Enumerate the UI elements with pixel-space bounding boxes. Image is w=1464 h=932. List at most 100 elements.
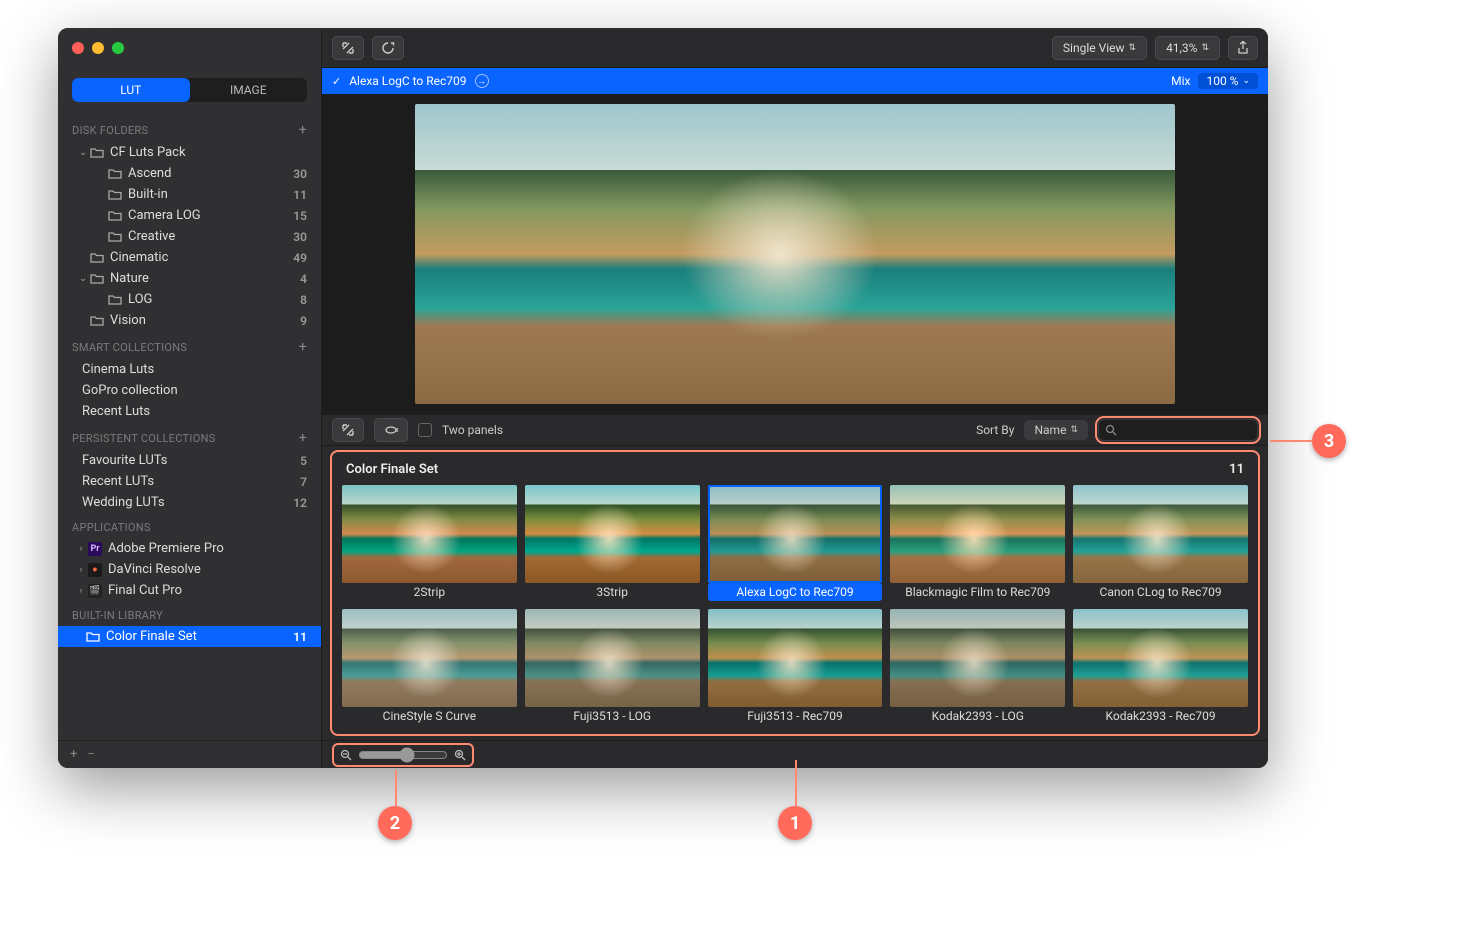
item-count: 4: [300, 272, 307, 286]
search-input[interactable]: [1098, 419, 1258, 441]
view-mode-dropdown[interactable]: Single View ⇅: [1052, 36, 1147, 60]
expand-icon: [341, 423, 355, 437]
callout-line-2: [395, 770, 397, 806]
add-disk-folder-button[interactable]: +: [299, 122, 307, 138]
browser-fit-button[interactable]: [332, 418, 364, 442]
disk-folder-row[interactable]: Ascend30: [58, 163, 321, 184]
two-panels-checkbox[interactable]: [418, 423, 432, 437]
item-count: 5: [300, 454, 307, 468]
section-persistent-collections: PERSISTENT COLLECTIONS +: [58, 422, 321, 450]
lut-thumbnail[interactable]: 2Strip: [342, 485, 517, 601]
add-persistent-collection-button[interactable]: +: [299, 430, 307, 446]
maximize-window-button[interactable]: [112, 42, 124, 54]
disk-folder-row[interactable]: Cinematic49: [58, 247, 321, 268]
next-icon[interactable]: →: [475, 74, 489, 88]
application-row[interactable]: ›🎬 Final Cut Pro: [58, 580, 321, 601]
persistent-collection-row[interactable]: Favourite LUTs5: [58, 450, 321, 471]
thumbnail-image: [890, 485, 1065, 583]
thumbnail-image: [890, 609, 1065, 707]
callout-line-3: [1270, 440, 1312, 442]
lut-thumbnail[interactable]: Kodak2393 - LOG: [890, 609, 1065, 725]
disclosure-icon[interactable]: ›: [76, 586, 86, 596]
lut-thumbnail[interactable]: Fuji3513 - Rec709: [708, 609, 883, 725]
window-controls: [72, 42, 124, 54]
sort-by-label: Sort By: [976, 423, 1014, 437]
section-apps-label: APPLICATIONS: [72, 521, 151, 534]
thumbnail-image: [1073, 609, 1248, 707]
chevron-updown-icon: ⇅: [1070, 425, 1078, 435]
disclosure-icon[interactable]: ›: [76, 565, 86, 575]
disk-folder-row[interactable]: Camera LOG15: [58, 205, 321, 226]
disk-folder-row[interactable]: LOG8: [58, 289, 321, 310]
applied-lut-name: Alexa LogC to Rec709: [349, 74, 466, 88]
disclosure-icon[interactable]: ⌄: [78, 148, 88, 158]
lut-thumbnail[interactable]: Blackmagic Film to Rec709: [890, 485, 1065, 601]
sidebar-item-label: Vision: [110, 313, 300, 328]
lut-thumbnail[interactable]: Canon CLog to Rec709: [1073, 485, 1248, 601]
lut-thumbnail[interactable]: Fuji3513 - LOG: [525, 609, 700, 725]
browser-toolbar: Two panels Sort By Name ⇅: [322, 414, 1268, 446]
zoom-in-icon[interactable]: [454, 749, 466, 761]
thumbnail-zoom-control: [332, 743, 474, 767]
lut-thumbnail[interactable]: Alexa LogC to Rec709: [708, 485, 883, 601]
disk-folder-row[interactable]: ⌄Nature4: [58, 268, 321, 289]
smart-collection-row[interactable]: GoPro collection: [58, 380, 321, 401]
thumbnail-caption: 2Strip: [342, 583, 517, 601]
two-panels-label: Two panels: [442, 423, 503, 437]
close-window-button[interactable]: [72, 42, 84, 54]
thumbnail-caption: 3Strip: [525, 583, 700, 601]
tab-lut[interactable]: LUT: [72, 78, 190, 102]
share-button[interactable]: [1228, 36, 1258, 60]
thumbnail-grid: 2Strip 3Strip Alexa LogC to Rec709Blackmag…: [342, 485, 1248, 725]
add-button[interactable]: +: [70, 747, 77, 762]
chevron-down-icon: ⌄: [1242, 76, 1250, 86]
smart-collection-row[interactable]: Recent Luts: [58, 401, 321, 422]
disk-folder-row[interactable]: Vision9: [58, 310, 321, 331]
browser-loop-button[interactable]: [374, 418, 408, 442]
thumbnail-zoom-slider[interactable]: [358, 747, 448, 763]
smart-collection-row[interactable]: Cinema Luts: [58, 359, 321, 380]
lut-thumbnail[interactable]: 3Strip: [525, 485, 700, 601]
section-builtin-label: BUILT-IN LIBRARY: [72, 609, 163, 622]
sidebar-item-label: Final Cut Pro: [108, 583, 307, 598]
thumbnail-caption: CineStyle S Curve: [342, 707, 517, 725]
sidebar-item-label: Wedding LUTs: [82, 495, 293, 510]
remove-button[interactable]: −: [87, 747, 94, 762]
disk-folder-row[interactable]: Built-in11: [58, 184, 321, 205]
zoom-dropdown[interactable]: 41,3% ⇅: [1155, 36, 1220, 60]
thumbnail-image: [525, 485, 700, 583]
sort-dropdown[interactable]: Name ⇅: [1024, 420, 1088, 440]
sidebar-item-label: Cinema Luts: [82, 362, 307, 377]
sidebar-item-label: Recent Luts: [82, 404, 307, 419]
application-row[interactable]: ›PrAdobe Premiere Pro: [58, 538, 321, 559]
disclosure-icon[interactable]: ›: [76, 544, 86, 554]
persistent-collection-row[interactable]: Recent LUTs7: [58, 471, 321, 492]
add-smart-collection-button[interactable]: +: [299, 339, 307, 355]
builtin-library-list: Color Finale Set11: [58, 626, 321, 647]
minimize-window-button[interactable]: [92, 42, 104, 54]
lut-thumbnail[interactable]: CineStyle S Curve: [342, 609, 517, 725]
builtin-library-row[interactable]: Color Finale Set11: [58, 626, 321, 647]
mix-value-dropdown[interactable]: 100 % ⌄: [1198, 73, 1258, 89]
persistent-collection-row[interactable]: Wedding LUTs12: [58, 492, 321, 513]
disclosure-icon[interactable]: ⌄: [78, 274, 88, 284]
refresh-button[interactable]: [372, 36, 404, 60]
zoom-out-icon[interactable]: [340, 749, 352, 761]
lut-thumbnail[interactable]: Kodak2393 - Rec709: [1073, 609, 1248, 725]
view-mode-label: Single View: [1063, 41, 1125, 55]
sidebar-item-label: Recent LUTs: [82, 474, 300, 489]
mix-label: Mix: [1171, 74, 1190, 88]
fit-button[interactable]: [332, 36, 364, 60]
disk-folder-tree: ⌄CF Luts PackAscend30Built-in11Camera LO…: [58, 142, 321, 331]
preview-viewport[interactable]: [322, 94, 1268, 414]
disk-folder-row[interactable]: ⌄CF Luts Pack: [58, 142, 321, 163]
app-window: LUT IMAGE DISK FOLDERS + ⌄CF Luts PackAs…: [58, 28, 1268, 768]
preview-image: [415, 104, 1175, 404]
application-row[interactable]: ›●DaVinci Resolve: [58, 559, 321, 580]
section-applications: APPLICATIONS: [58, 513, 321, 538]
tab-image[interactable]: IMAGE: [190, 78, 308, 102]
sidebar-item-label: DaVinci Resolve: [108, 562, 307, 577]
app-icon: 🎬: [88, 584, 102, 598]
thumbnail-image: [708, 485, 883, 583]
disk-folder-row[interactable]: Creative30: [58, 226, 321, 247]
